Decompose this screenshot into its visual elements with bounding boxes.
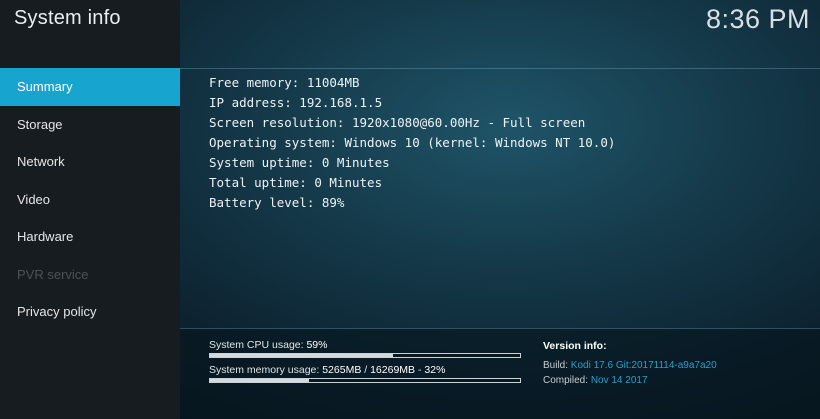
page-title: System info <box>14 7 121 29</box>
cpu-usage-label: System CPU usage: 59% <box>209 339 327 351</box>
memory-usage-bar-fill <box>210 379 310 382</box>
build-label: Build: <box>543 360 569 371</box>
info-screen-resolution: Screen resolution: 1920x1080@60.00Hz - F… <box>209 115 586 130</box>
compiled-label: Compiled: <box>543 375 589 386</box>
info-free-memory: Free memory: 11004MB <box>209 75 360 90</box>
memory-used-value: 5265MB <box>322 364 362 376</box>
compiled-value: Nov 14 2017 <box>590 375 648 386</box>
sidebar-item-storage[interactable]: Storage <box>0 106 180 144</box>
memory-percent-value: 32% <box>424 364 446 376</box>
info-system-uptime: System uptime: 0 Minutes <box>209 155 390 170</box>
sidebar-menu: Summary Storage Network Video Hardware P… <box>0 68 180 331</box>
sidebar-item-hardware[interactable]: Hardware <box>0 218 180 256</box>
cpu-usage-label-text: System CPU usage: <box>209 339 304 351</box>
info-operating-system: Operating system: Windows 10 (kernel: Wi… <box>209 135 616 150</box>
system-info-screen: System info Summary Storage Network Vide… <box>0 0 820 419</box>
cpu-usage-value: 59% <box>306 339 328 351</box>
info-battery-level: Battery level: 89% <box>209 195 345 210</box>
version-build-line: Build: Kodi 17.6 Git:20171114-a9a7a20 <box>543 360 717 371</box>
clock: 8:36 PM <box>705 4 810 34</box>
memory-usage-bar <box>209 378 521 383</box>
info-total-uptime: Total uptime: 0 Minutes <box>209 175 383 190</box>
bottom-divider <box>180 328 820 329</box>
top-divider <box>180 68 820 69</box>
memory-usage-label: System memory usage: 5265MB / 16269MB - … <box>209 364 445 376</box>
cpu-usage-bar-fill <box>210 354 393 357</box>
memory-usage-label-text: System memory usage: <box>209 364 320 376</box>
cpu-usage-bar <box>209 353 521 358</box>
sidebar-item-network[interactable]: Network <box>0 143 180 181</box>
sidebar-item-video[interactable]: Video <box>0 181 180 219</box>
version-compiled-line: Compiled: Nov 14 2017 <box>543 375 648 386</box>
memory-total-value: 16269MB <box>370 364 416 376</box>
info-ip-address: IP address: 192.168.1.5 <box>209 95 383 110</box>
sidebar: System info Summary Storage Network Vide… <box>0 0 180 419</box>
version-info-heading: Version info: <box>543 340 607 352</box>
memory-dash: - <box>417 364 422 376</box>
sidebar-item-summary[interactable]: Summary <box>0 68 180 106</box>
build-value: Kodi 17.6 Git:20171114-a9a7a20 <box>570 360 717 371</box>
summary-info-list: Free memory: 11004MB IP address: 192.168… <box>209 73 615 213</box>
sidebar-item-pvr-service: PVR service <box>17 266 89 282</box>
memory-separator: / <box>364 364 368 376</box>
sidebar-item-privacy-policy[interactable]: Privacy policy <box>0 293 180 331</box>
